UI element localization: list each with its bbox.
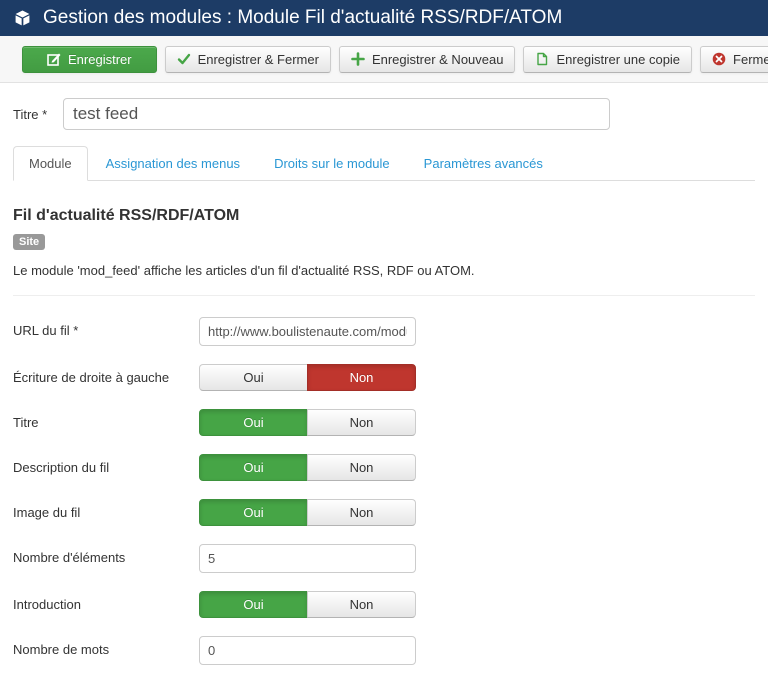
page-title: Gestion des modules : Module Fil d'actua… <box>43 7 562 29</box>
feed-description-label: Description du fil <box>13 454 199 475</box>
save-new-button[interactable]: Enregistrer & Nouveau <box>339 46 516 73</box>
section-divider <box>13 295 755 296</box>
rtl-label: Écriture de droite à gauche <box>13 364 199 385</box>
feed-image-toggle: Oui Non <box>199 499 416 526</box>
tab-menu-assignment-label: Assignation des menus <box>106 156 240 171</box>
save-button[interactable]: Enregistrer <box>22 46 157 73</box>
feed-description-toggle-non[interactable]: Non <box>307 454 416 481</box>
show-title-toggle: Oui Non <box>199 409 416 436</box>
title-field-row: Titre * <box>13 98 755 130</box>
tab-module-permissions-label: Droits sur le module <box>274 156 390 171</box>
save-copy-button-label: Enregistrer une copie <box>556 52 680 67</box>
title-field-label: Titre * <box>13 107 63 122</box>
show-title-label: Titre <box>13 409 199 430</box>
item-count-input[interactable] <box>199 544 416 573</box>
copy-icon <box>535 52 549 66</box>
tab-module[interactable]: Module <box>13 146 88 181</box>
feed-description-toggle: Oui Non <box>199 454 416 481</box>
close-icon <box>712 52 726 66</box>
item-count-label: Nombre d'éléments <box>13 544 199 565</box>
introduction-label: Introduction <box>13 591 199 612</box>
rtl-toggle-oui[interactable]: Oui <box>199 364 308 391</box>
form-row-rtl: Écriture de droite à gauche Oui Non <box>13 364 755 391</box>
close-button[interactable]: Fermer <box>700 46 768 73</box>
show-title-toggle-non[interactable]: Non <box>307 409 416 436</box>
save-copy-button[interactable]: Enregistrer une copie <box>523 46 692 73</box>
rtl-toggle-non[interactable]: Non <box>307 364 416 391</box>
feed-url-input[interactable] <box>199 317 416 346</box>
tab-menu-assignment[interactable]: Assignation des menus <box>90 146 256 181</box>
title-input[interactable] <box>63 98 610 130</box>
tab-bar: Module Assignation des menus Droits sur … <box>13 146 755 181</box>
save-icon <box>47 52 61 66</box>
form-row-feed-image: Image du fil Oui Non <box>13 499 755 526</box>
save-new-button-label: Enregistrer & Nouveau <box>372 52 504 67</box>
site-badge: Site <box>13 234 45 250</box>
word-count-input[interactable] <box>199 636 416 665</box>
rtl-toggle: Oui Non <box>199 364 416 391</box>
form-row-show-title: Titre Oui Non <box>13 409 755 436</box>
form-row-word-count: Nombre de mots <box>13 636 755 665</box>
tab-module-label: Module <box>29 156 72 171</box>
form-row-feed-url: URL du fil * <box>13 317 755 346</box>
main-content: Titre * Module Assignation des menus Dro… <box>0 98 768 665</box>
tab-advanced[interactable]: Paramètres avancés <box>408 146 559 181</box>
save-close-button-label: Enregistrer & Fermer <box>198 52 319 67</box>
feed-url-label: URL du fil * <box>13 317 199 338</box>
form-row-introduction: Introduction Oui Non <box>13 591 755 618</box>
feed-image-label: Image du fil <box>13 499 199 520</box>
tab-module-permissions[interactable]: Droits sur le module <box>258 146 406 181</box>
introduction-toggle: Oui Non <box>199 591 416 618</box>
tab-advanced-label: Paramètres avancés <box>424 156 543 171</box>
introduction-toggle-oui[interactable]: Oui <box>199 591 308 618</box>
feed-description-toggle-oui[interactable]: Oui <box>199 454 308 481</box>
module-description: Le module 'mod_feed' affiche les article… <box>13 263 755 278</box>
toolbar: Enregistrer Enregistrer & Fermer Enregis… <box>0 36 768 83</box>
close-button-label: Fermer <box>733 52 768 67</box>
check-icon <box>177 52 191 66</box>
joomla-cube-icon <box>14 10 31 27</box>
save-close-button[interactable]: Enregistrer & Fermer <box>165 46 331 73</box>
word-count-label: Nombre de mots <box>13 636 199 657</box>
feed-image-toggle-oui[interactable]: Oui <box>199 499 308 526</box>
form-row-item-count: Nombre d'éléments <box>13 544 755 573</box>
module-heading: Fil d'actualité RSS/RDF/ATOM <box>13 207 755 225</box>
feed-image-toggle-non[interactable]: Non <box>307 499 416 526</box>
form-row-feed-description: Description du fil Oui Non <box>13 454 755 481</box>
app-header: Gestion des modules : Module Fil d'actua… <box>0 0 768 36</box>
plus-icon <box>351 52 365 66</box>
introduction-toggle-non[interactable]: Non <box>307 591 416 618</box>
save-button-label: Enregistrer <box>68 52 132 67</box>
show-title-toggle-oui[interactable]: Oui <box>199 409 308 436</box>
